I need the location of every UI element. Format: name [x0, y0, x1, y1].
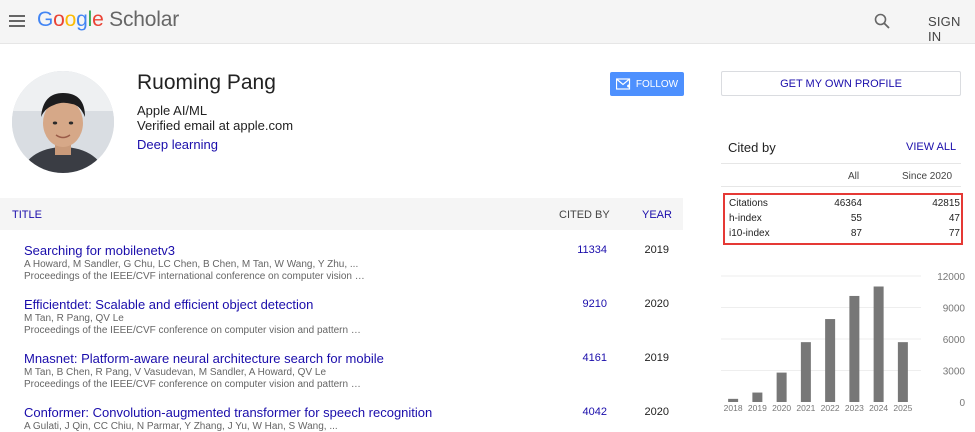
chart-bar-2024[interactable]: [873, 286, 884, 403]
stat-row-citations: Citations 46364 42815: [729, 198, 963, 212]
article-title[interactable]: Conformer: Convolution-augmented transfo…: [24, 405, 432, 420]
table-row: Searching for mobilenetv3 A Howard, M Sa…: [0, 243, 683, 293]
sign-in-link[interactable]: SIGN IN: [928, 14, 975, 44]
divider: [721, 163, 961, 164]
search-icon[interactable]: [873, 12, 891, 30]
stat-since: 42815: [932, 198, 960, 209]
divider: [721, 186, 961, 187]
article-venue: Proceedings of the IEEE/CVF conference o…: [24, 325, 361, 336]
article-authors: A Howard, M Sandler, G Chu, LC Chen, B C…: [24, 259, 359, 270]
chart-bar-2021[interactable]: [800, 342, 811, 402]
table-row: Mnasnet: Platform-aware neural architect…: [0, 351, 683, 401]
article-title[interactable]: Searching for mobilenetv3: [24, 243, 175, 258]
follow-label: FOLLOW: [635, 78, 679, 90]
x-tick-label: 2023: [845, 403, 864, 413]
mail-icon: [615, 78, 630, 90]
y-tick-label: 3000: [943, 367, 966, 378]
top-bar: Google Scholar SIGN IN: [0, 0, 975, 44]
column-header-all: All: [848, 171, 860, 182]
avatar: [12, 71, 114, 173]
x-tick-label: 2020: [772, 403, 791, 413]
x-tick-label: 2018: [724, 403, 743, 413]
table-row: Conformer: Convolution-augmented transfo…: [0, 405, 683, 432]
sort-by-year[interactable]: YEAR: [642, 209, 672, 221]
stat-all: 87: [850, 228, 862, 239]
stat-label: Citations: [729, 198, 768, 209]
sort-by-title[interactable]: TITLE: [12, 209, 42, 221]
stat-row-i10-index: i10-index 87 77: [729, 228, 963, 242]
article-year: 2020: [644, 406, 669, 418]
chart-bar-2018[interactable]: [728, 398, 739, 402]
article-year: 2019: [644, 244, 669, 256]
article-year: 2019: [644, 352, 669, 364]
chart-bar-2020[interactable]: [776, 372, 787, 402]
article-title[interactable]: Efficientdet: Scalable and efficient obj…: [24, 297, 313, 312]
citations-per-year-chart: 0 3000 6000 9000 12000 2018 2019 2020 2021 2022 20…: [721, 272, 966, 413]
view-all-link[interactable]: VIEW ALL: [906, 141, 956, 153]
chart-bar-2023[interactable]: [849, 295, 860, 402]
menu-icon[interactable]: [9, 12, 25, 30]
table-row: Efficientdet: Scalable and efficient obj…: [0, 297, 683, 347]
article-cites[interactable]: 9210: [583, 298, 607, 310]
article-cites[interactable]: 4042: [583, 406, 607, 418]
stat-all: 46364: [834, 198, 862, 209]
chart-bar-2025[interactable]: [897, 342, 908, 402]
x-tick-label: 2024: [869, 403, 888, 413]
stat-row-h-index: h-index 55 47: [729, 213, 963, 227]
article-venue: Proceedings of the IEEE/CVF conference o…: [24, 379, 361, 390]
x-tick-label: 2025: [893, 403, 912, 413]
x-tick-label: 2022: [821, 403, 840, 413]
sort-by-cited-by[interactable]: CITED BY: [559, 209, 610, 221]
profile-email: Verified email at apple.com: [137, 118, 294, 133]
articles-table-header: TITLE CITED BY YEAR: [0, 198, 683, 230]
chart-bar-2022[interactable]: [825, 319, 836, 402]
y-tick-label: 6000: [943, 335, 966, 346]
chart-bar-2019[interactable]: [752, 392, 763, 402]
stat-label: h-index: [729, 213, 762, 224]
stat-since: 47: [948, 213, 960, 224]
article-venue: Proceedings of the IEEE/CVF internationa…: [24, 271, 365, 282]
profile-name: Ruoming Pang: [137, 71, 276, 94]
interest-link[interactable]: Deep learning: [137, 137, 218, 152]
get-my-own-profile-button[interactable]: GET MY OWN PROFILE: [721, 71, 961, 96]
column-header-since: Since 2020: [902, 171, 953, 182]
article-cites[interactable]: 4161: [583, 352, 607, 364]
article-cites[interactable]: 11334: [577, 244, 607, 256]
citation-stats-box: Citations 46364 42815 h-index 55 47 i10-…: [723, 193, 963, 245]
x-tick-label: 2019: [748, 403, 767, 413]
stat-all: 55: [850, 213, 862, 224]
article-authors: M Tan, R Pang, QV Le: [24, 313, 124, 324]
article-year: 2020: [644, 298, 669, 310]
stat-label: i10-index: [729, 228, 770, 239]
article-authors: A Gulati, J Qin, CC Chiu, N Parmar, Y Zh…: [24, 421, 338, 432]
profile-affiliation: Apple AI/ML: [137, 103, 208, 118]
y-tick-label: 9000: [943, 304, 966, 315]
stat-since: 77: [948, 228, 960, 239]
x-tick-label: 2021: [796, 403, 815, 413]
article-title[interactable]: Mnasnet: Platform-aware neural architect…: [24, 351, 384, 366]
y-tick-label: 12000: [937, 272, 965, 283]
google-scholar-logo[interactable]: Google Scholar: [37, 8, 179, 32]
article-authors: M Tan, B Chen, R Pang, V Vasudevan, M Sa…: [24, 367, 327, 378]
follow-button[interactable]: FOLLOW: [610, 72, 684, 96]
y-tick-label: 0: [959, 398, 965, 409]
cited-by-title: Cited by: [728, 140, 776, 155]
